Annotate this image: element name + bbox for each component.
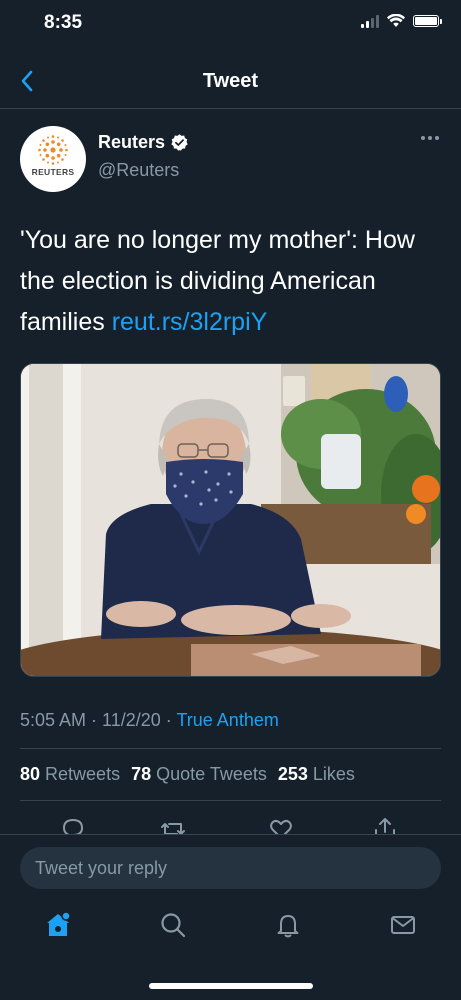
home-icon	[47, 911, 71, 936]
tweet-timestamp: 5:05 AM · 11/2/20 · True Anthem	[20, 710, 279, 730]
more-horizontal-icon	[421, 136, 425, 140]
likes-stat[interactable]: 253 Likes	[278, 764, 355, 785]
bell-icon	[277, 915, 299, 938]
author-handle[interactable]: @Reuters	[98, 160, 179, 181]
status-time: 8:35	[44, 12, 83, 33]
tweet-source[interactable]: True Anthem	[176, 710, 278, 730]
tab-notifications[interactable]	[270, 907, 306, 943]
divider	[20, 800, 441, 801]
page-title: Tweet	[202, 70, 259, 92]
tweet-time: 5:05 AM	[20, 710, 87, 730]
status-bar: 8:35	[0, 0, 461, 50]
tweet-link[interactable]: reut.rs/3l2rpiY	[112, 308, 268, 336]
reply-input[interactable]	[20, 847, 441, 889]
more-options-button[interactable]	[419, 130, 441, 146]
search-icon	[161, 913, 186, 938]
retweets-stat[interactable]: 80 Retweets	[20, 764, 120, 785]
tweet-author: REUTERS Reuters @Reuters	[20, 126, 441, 192]
quote-tweets-stat[interactable]: 78 Quote Tweets	[131, 764, 267, 785]
tweet-media-image[interactable]	[20, 363, 441, 677]
home-indicator	[149, 983, 313, 989]
verified-badge-icon	[171, 134, 188, 151]
author-name[interactable]: Reuters	[98, 132, 189, 153]
cellular-signal-icon	[361, 14, 379, 28]
retweets-label: Retweets	[45, 764, 121, 784]
mail-icon	[391, 916, 415, 934]
status-icons	[361, 14, 442, 28]
tweet-text: 'You are no longer my mother': How the e…	[20, 220, 445, 343]
avatar-label: REUTERS	[31, 167, 75, 177]
likes-count: 253	[277, 764, 308, 784]
wifi-icon	[387, 14, 405, 27]
quote-tweets-label: Quote Tweets	[156, 764, 267, 784]
retweets-count: 80	[20, 764, 41, 784]
quote-tweets-count: 78	[131, 764, 152, 784]
tab-search[interactable]	[155, 907, 191, 943]
tweet-stats: 80 Retweets 78 Quote Tweets 253 Likes	[20, 764, 355, 785]
author-name-text: Reuters	[98, 132, 166, 152]
tweet-date: 11/2/20	[102, 710, 161, 730]
avatar[interactable]: REUTERS	[20, 126, 86, 192]
bottom-tab-bar	[0, 895, 461, 965]
photo	[21, 364, 440, 676]
reuters-logo	[38, 135, 68, 165]
tab-messages[interactable]	[385, 907, 421, 943]
likes-label: Likes	[312, 764, 355, 784]
battery-icon	[413, 15, 442, 27]
tab-home[interactable]	[40, 907, 76, 943]
nav-bar: Tweet	[0, 58, 461, 109]
divider	[20, 748, 441, 749]
